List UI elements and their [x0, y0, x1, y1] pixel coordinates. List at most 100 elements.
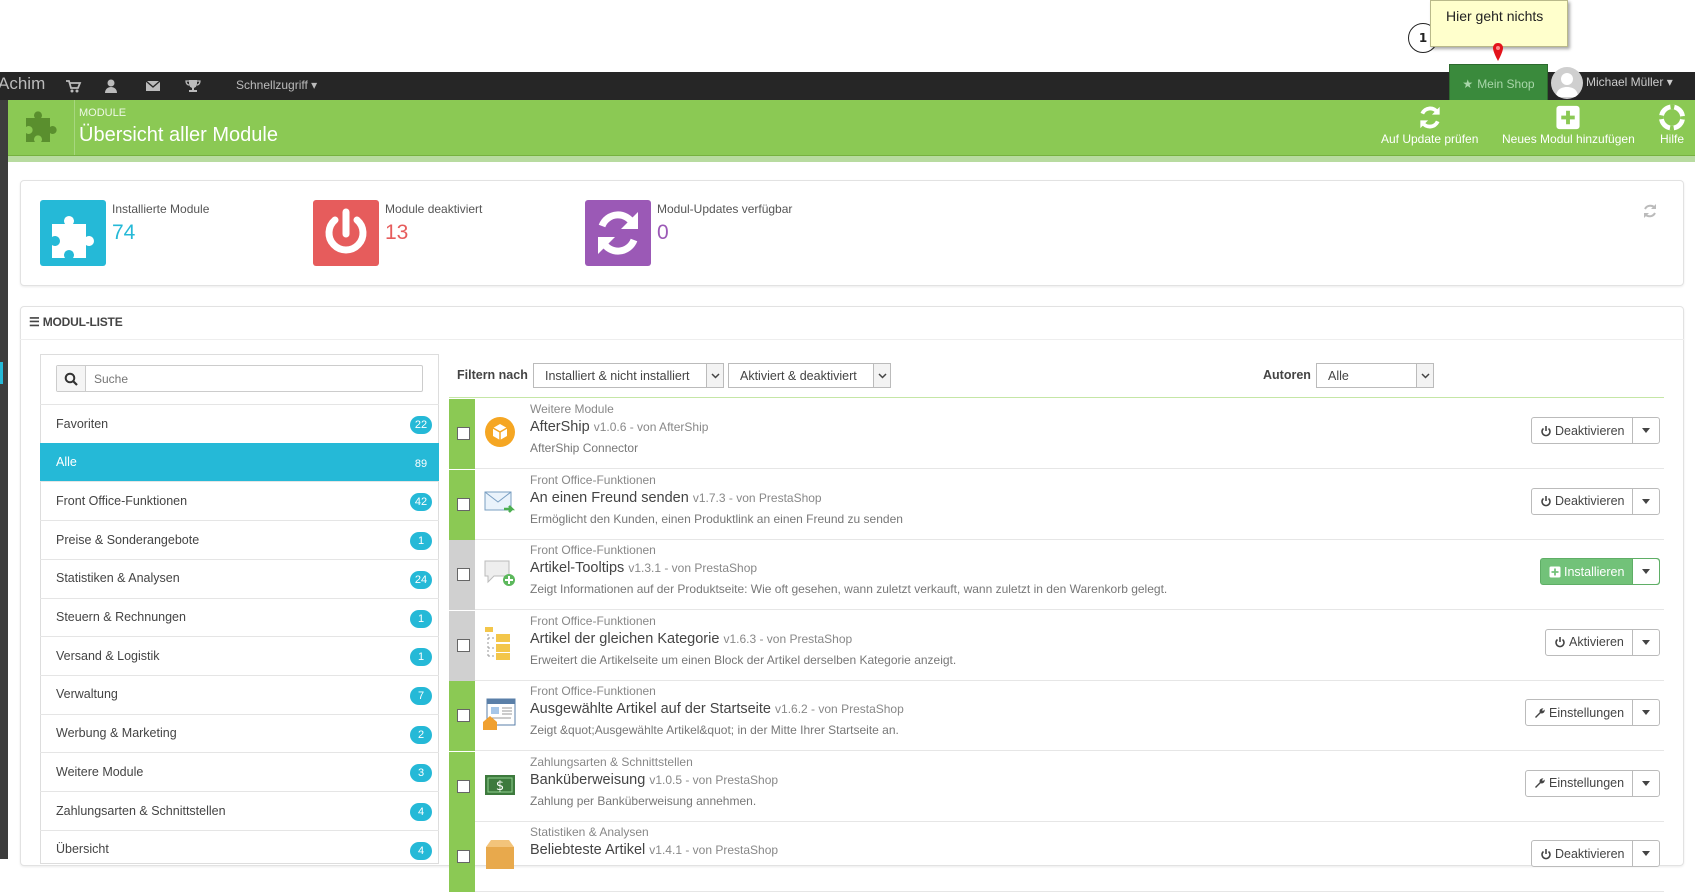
divider	[20, 339, 1684, 340]
module-checkbox[interactable]	[457, 568, 470, 581]
count-badge: 1	[410, 609, 432, 628]
module-search	[56, 365, 423, 392]
disabled-stat-tile	[313, 200, 379, 266]
puzzle-icon	[52, 216, 94, 258]
category-label: Front Office-Funktionen	[56, 493, 188, 508]
module-checkbox[interactable]	[457, 497, 470, 511]
top-navbar: Achim Schnellzugriff ▾	[0, 72, 1695, 100]
search-icon	[57, 366, 86, 391]
module-name: Artikel-Tooltips	[530, 560, 625, 576]
my-shop-label: Mein Shop	[1477, 77, 1535, 91]
quick-access-dropdown[interactable]: Schnellzugriff ▾	[236, 78, 317, 92]
action-dropdown-toggle[interactable]	[1633, 700, 1659, 725]
envelope-icon[interactable]	[144, 77, 162, 95]
lifebuoy-icon	[1658, 104, 1686, 131]
module-action-button[interactable]: Aktivieren	[1546, 629, 1633, 655]
category-item[interactable]: Steuern & Rechnungen 1	[40, 597, 439, 636]
installed-stat-label: Installierte Module	[112, 202, 210, 216]
check-update-button[interactable]: Auf Update prüfen	[1381, 104, 1478, 146]
module-version: v1.6.2 - von PrestaShop	[775, 702, 904, 716]
module-action-label: Einstellungen	[1549, 776, 1625, 790]
box-icon	[482, 837, 518, 873]
help-button[interactable]: Hilfe	[1658, 104, 1686, 146]
category-label: Werbung & Marketing	[56, 726, 177, 741]
module-title: Banküberweisung v1.0.5 - von PrestaShop	[530, 772, 778, 788]
module-name: Beliebteste Artikel	[530, 842, 646, 858]
action-dropdown-toggle[interactable]	[1633, 841, 1659, 866]
svg-text:$: $	[496, 779, 504, 794]
category-item[interactable]: Verwaltung 7	[40, 674, 439, 713]
module-action-button[interactable]: Installieren	[1541, 559, 1634, 584]
map-pin-icon	[1493, 43, 1503, 61]
install-filter-select[interactable]: Installiert & nicht installiert	[533, 363, 724, 388]
quick-access-label: Schnellzugriff	[236, 78, 308, 92]
module-checkbox[interactable]	[457, 779, 470, 793]
action-dropdown-toggle[interactable]	[1633, 771, 1659, 796]
my-shop-button[interactable]: ★ Mein Shop	[1449, 64, 1548, 104]
action-dropdown-toggle[interactable]	[1633, 489, 1659, 514]
category-label: Weitere Module	[56, 764, 144, 779]
count-badge: 7	[410, 686, 432, 705]
header-underline	[8, 155, 1695, 162]
search-input[interactable]	[94, 369, 414, 388]
plus-icon	[1549, 566, 1561, 578]
power-icon	[1554, 636, 1566, 648]
module-checkbox[interactable]	[457, 638, 470, 652]
module-action-label: Deaktivieren	[1555, 423, 1625, 438]
module-action-group: Aktivieren	[1545, 628, 1660, 656]
disabled-stat-value: 13	[385, 221, 409, 244]
trophy-icon[interactable]	[184, 77, 202, 95]
category-item[interactable]: Versand & Logistik 1	[40, 636, 439, 674]
module-checkbox[interactable]	[457, 427, 470, 440]
category-label: Verwaltung	[56, 687, 118, 702]
module-action-button[interactable]: Deaktivieren	[1532, 841, 1634, 866]
action-dropdown-toggle[interactable]	[1633, 630, 1659, 655]
module-checkbox[interactable]	[457, 709, 470, 722]
module-action-button[interactable]: Deaktivieren	[1532, 488, 1634, 514]
add-module-button[interactable]: Neues Modul hinzufügen	[1502, 104, 1635, 146]
module-action-button[interactable]: Einstellungen	[1526, 700, 1634, 725]
count-badge: 4	[410, 841, 432, 860]
user-icon[interactable]	[102, 77, 120, 95]
power-icon	[1540, 495, 1552, 507]
module-action-group: Deaktivieren	[1531, 417, 1661, 444]
action-dropdown-toggle[interactable]	[1633, 418, 1659, 443]
category-item[interactable]: Statistiken & Analysen 24	[40, 558, 439, 597]
status-filter-select[interactable]: Aktiviert & deaktiviert	[728, 363, 891, 388]
category-item[interactable]: Favoriten 22	[40, 404, 439, 442]
module-action-button[interactable]: Einstellungen	[1526, 770, 1634, 796]
page-header: MODULE Übersicht aller Module Auf Update…	[8, 100, 1695, 155]
module-row: Front Office-Funktionen Artikel-Tooltips …	[449, 540, 1664, 610]
aftership-icon	[482, 414, 518, 450]
category-item[interactable]: Weitere Module 3	[40, 752, 439, 790]
help-label: Hilfe	[1659, 132, 1684, 146]
category-label: Alle	[56, 455, 77, 470]
folder-tree-icon	[482, 626, 518, 662]
category-label: Versand & Logistik	[56, 648, 160, 663]
refresh-stats-icon[interactable]	[1641, 202, 1659, 220]
action-dropdown-toggle[interactable]	[1633, 559, 1660, 584]
module-version: v1.7.3 - von PrestaShop	[692, 490, 822, 505]
user-menu[interactable]: Michael Müller ▾	[1586, 75, 1673, 89]
category-item[interactable]: Front Office-Funktionen 42	[40, 481, 439, 519]
authors-select[interactable]: Alle	[1316, 363, 1434, 388]
avatar[interactable]	[1551, 67, 1583, 99]
module-name: Artikel der gleichen Kategorie	[530, 630, 720, 647]
category-label: Preise & Sonderangebote	[56, 532, 200, 547]
module-checkbox[interactable]	[457, 850, 470, 863]
category-item[interactable]: Preise & Sonderangebote 1	[40, 520, 439, 558]
category-item[interactable]: Zahlungsarten & Schnittstellen 4	[40, 791, 439, 829]
puzzle-icon	[26, 111, 57, 142]
caret-down-icon	[1642, 780, 1651, 786]
module-title: Artikel-Tooltips v1.3.1 - von PrestaShop	[530, 560, 757, 576]
category-item[interactable]: Alle 89	[40, 442, 439, 481]
cart-icon[interactable]	[64, 77, 82, 95]
installed-stat-value: 74	[112, 221, 136, 244]
mail-forward-icon	[482, 485, 518, 521]
updates-stat-tile	[585, 200, 651, 266]
module-action-group: Einstellungen	[1525, 769, 1661, 797]
category-item[interactable]: Werbung & Marketing 2	[40, 713, 439, 752]
category-item[interactable]: Übersicht 4	[40, 829, 439, 868]
shop-brand-link[interactable]: Achim	[0, 74, 45, 94]
module-action-button[interactable]: Deaktivieren	[1532, 418, 1634, 443]
